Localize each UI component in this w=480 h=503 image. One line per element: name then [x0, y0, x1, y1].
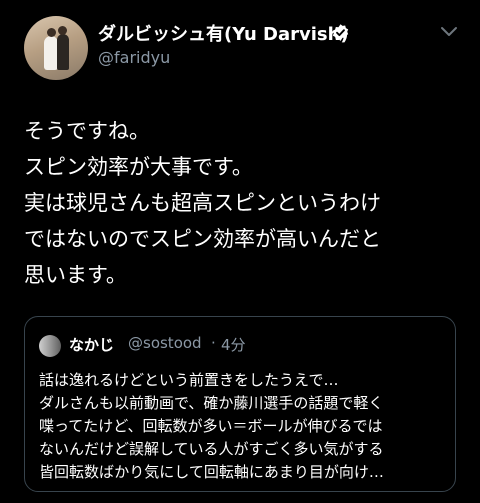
quoted-separator: ·: [211, 334, 216, 352]
author-handle[interactable]: @faridyu: [98, 48, 170, 67]
tweet-body: そうですね。 スピン効率が大事です。 実は球児さんも超高スピンというわけ ではな…: [24, 113, 464, 293]
quoted-body-line: ないんだけど誤解している人がすごく多い気がする: [39, 440, 384, 458]
quoted-body-line: 皆回転数ばかり気にして回転軸にあまり目が向け…: [39, 463, 384, 481]
tweet-body-line: 実は球児さんも超高スピンというわけ: [24, 191, 381, 215]
quoted-author-avatar: [39, 335, 61, 357]
tweet-card: ダルビッシュ有(Yu Darvish) @faridyu そうですね。 スピン効…: [0, 0, 480, 503]
avatar-figure-groom: [57, 34, 69, 70]
quoted-author-name: なかじ: [69, 336, 115, 354]
verified-badge-icon: [332, 24, 349, 41]
quoted-tweet[interactable]: なかじ @sostood · 4分 話は逸れるけどという前置きをしたうえで… ダ…: [24, 316, 456, 492]
quoted-timestamp: 4分: [221, 336, 246, 354]
chevron-down-icon[interactable]: [440, 26, 458, 38]
author-avatar[interactable]: [24, 16, 88, 80]
avatar-figure-bride: [44, 36, 58, 70]
tweet-body-line: スピン効率が大事です。: [24, 155, 253, 179]
tweet-body-line: 思います。: [24, 263, 127, 287]
quoted-author-handle: @sostood: [128, 334, 202, 352]
quoted-tweet-body: 話は逸れるけどという前置きをしたうえで… ダルさんも以前動画で、確か藤川選手の話…: [39, 369, 447, 484]
quoted-body-line: 喋ってたけど、回転数が多い＝ボールが伸びるでは: [39, 417, 383, 435]
avatar-head-groom: [58, 26, 67, 35]
tweet-body-line: ではないのでスピン効率が高いんだと: [24, 227, 381, 251]
avatar-head-bride: [47, 28, 56, 37]
quoted-body-line: ダルさんも以前動画で、確か藤川選手の話題で軽く: [39, 394, 384, 412]
tweet-body-line: そうですね。: [24, 119, 150, 143]
quoted-body-line: 話は逸れるけどという前置きをしたうえで…: [39, 371, 339, 389]
author-display-name[interactable]: ダルビッシュ有(Yu Darvish): [98, 20, 349, 46]
